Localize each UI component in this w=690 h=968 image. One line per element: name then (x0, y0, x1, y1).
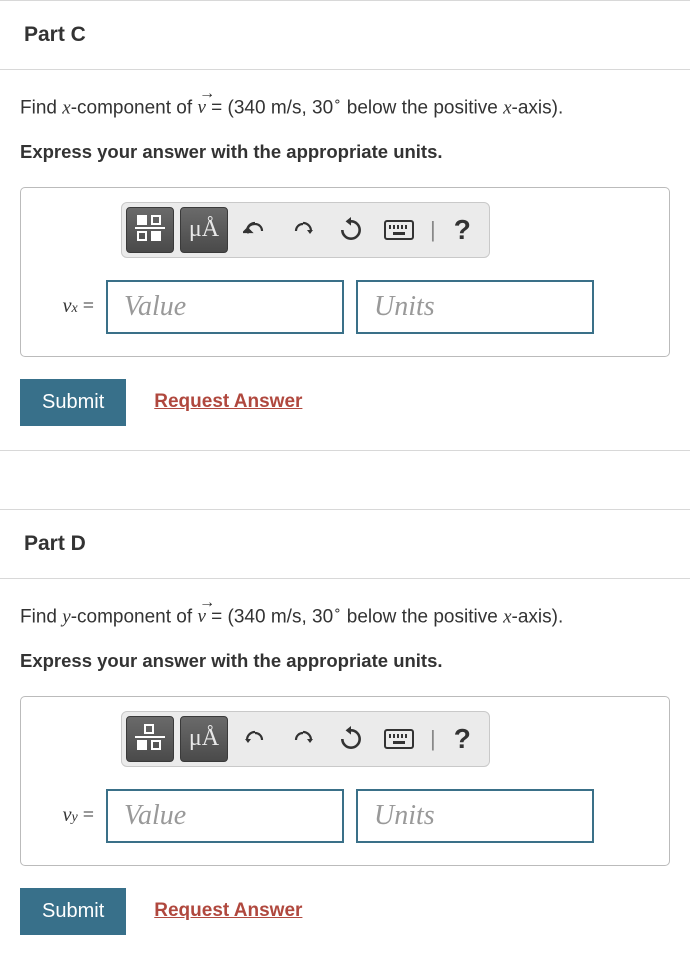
variable-x: x (503, 606, 511, 627)
units-input[interactable]: Units (356, 789, 594, 843)
action-row: Submit Request Answer (20, 379, 670, 426)
keyboard-button[interactable] (378, 718, 420, 760)
text: -axis). (512, 97, 564, 118)
answer-panel: μÅ | ? (20, 187, 670, 357)
redo-button[interactable] (282, 718, 324, 760)
variable-label: vy = (39, 804, 94, 827)
text: = (340 m/s, 30 (206, 97, 333, 118)
instruction: Express your answer with the appropriate… (20, 650, 670, 696)
redo-icon (291, 218, 315, 242)
keyboard-icon (384, 729, 414, 749)
part-body: Find x-component of v = (340 m/s, 30∘ be… (0, 69, 690, 450)
templates-button[interactable] (126, 207, 174, 253)
separator: | (426, 726, 440, 752)
request-answer-link[interactable]: Request Answer (154, 391, 302, 413)
help-button[interactable]: ? (446, 214, 479, 246)
keyboard-button[interactable] (378, 209, 420, 251)
submit-button[interactable]: Submit (20, 379, 126, 426)
variable-label: vx = (39, 295, 94, 318)
undo-icon (243, 218, 267, 242)
equals: = (78, 295, 94, 317)
input-row: vy = Value Units (39, 789, 651, 843)
template-icon (133, 724, 167, 754)
submit-button[interactable]: Submit (20, 888, 126, 935)
variable-x: x (62, 97, 70, 118)
tool-pill: μÅ | ? (121, 711, 490, 767)
keyboard-icon (384, 220, 414, 240)
reset-button[interactable] (330, 209, 372, 251)
toolbar: μÅ | ? (121, 711, 651, 767)
text: = (340 m/s, 30 (206, 606, 333, 627)
text: below the positive (341, 606, 503, 627)
text: -component of (71, 606, 198, 627)
text: -axis). (512, 606, 564, 627)
units-button[interactable]: μÅ (180, 716, 228, 762)
equals: = (78, 804, 94, 826)
undo-icon (243, 727, 267, 751)
var-base: v (63, 804, 72, 826)
variable-y: y (62, 606, 70, 627)
help-button[interactable]: ? (446, 723, 479, 755)
reset-button[interactable] (330, 718, 372, 760)
toolbar: μÅ | ? (121, 202, 651, 258)
part-title: Part D (0, 510, 690, 578)
units-button[interactable]: μÅ (180, 207, 228, 253)
template-icon (133, 215, 167, 245)
undo-button[interactable] (234, 209, 276, 251)
request-answer-link[interactable]: Request Answer (154, 900, 302, 922)
undo-button[interactable] (234, 718, 276, 760)
action-row: Submit Request Answer (20, 888, 670, 935)
value-input[interactable]: Value (106, 789, 344, 843)
units-icon: μÅ (189, 725, 219, 752)
input-row: vx = Value Units (39, 280, 651, 334)
part-c: Part C Find x-component of v = (340 m/s,… (0, 0, 690, 451)
redo-icon (291, 727, 315, 751)
question-prompt: Find y-component of v = (340 m/s, 30∘ be… (20, 579, 670, 650)
instruction: Express your answer with the appropriate… (20, 141, 670, 187)
templates-button[interactable] (126, 716, 174, 762)
part-body: Find y-component of v = (340 m/s, 30∘ be… (0, 578, 690, 959)
redo-button[interactable] (282, 209, 324, 251)
separator: | (426, 217, 440, 243)
var-base: v (63, 295, 72, 317)
vector-v: v (197, 94, 205, 123)
text: -component of (71, 97, 198, 118)
reset-icon (338, 726, 364, 752)
value-input[interactable]: Value (106, 280, 344, 334)
text: Find (20, 606, 62, 627)
variable-x: x (503, 97, 511, 118)
vector-v: v (197, 603, 205, 632)
answer-panel: μÅ | ? (20, 696, 670, 866)
part-title: Part C (0, 1, 690, 69)
units-icon: μÅ (189, 216, 219, 243)
part-d: Part D Find y-component of v = (340 m/s,… (0, 509, 690, 959)
question-prompt: Find x-component of v = (340 m/s, 30∘ be… (20, 70, 670, 141)
text: Find (20, 97, 62, 118)
text: below the positive (341, 97, 503, 118)
units-input[interactable]: Units (356, 280, 594, 334)
reset-icon (338, 217, 364, 243)
tool-pill: μÅ | ? (121, 202, 490, 258)
